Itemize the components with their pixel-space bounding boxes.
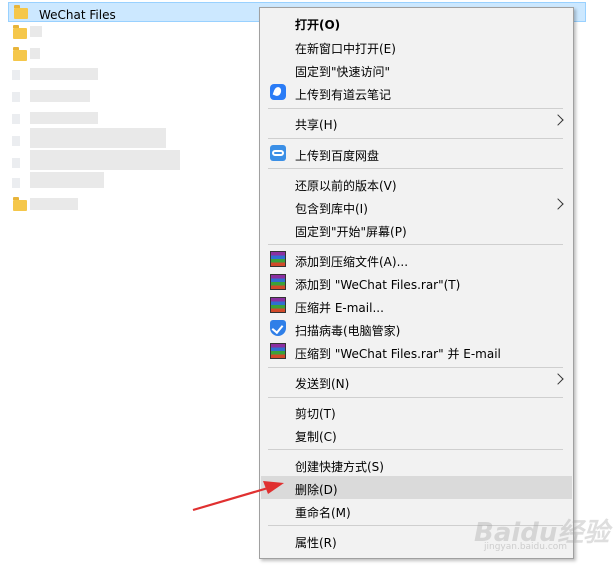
arrow-shaft: [192, 486, 269, 512]
baidu-jingyan-url: jingyan.baidu.com: [484, 542, 568, 552]
arrow-head: [263, 481, 284, 494]
red-arrow-annotation: [192, 481, 284, 512]
